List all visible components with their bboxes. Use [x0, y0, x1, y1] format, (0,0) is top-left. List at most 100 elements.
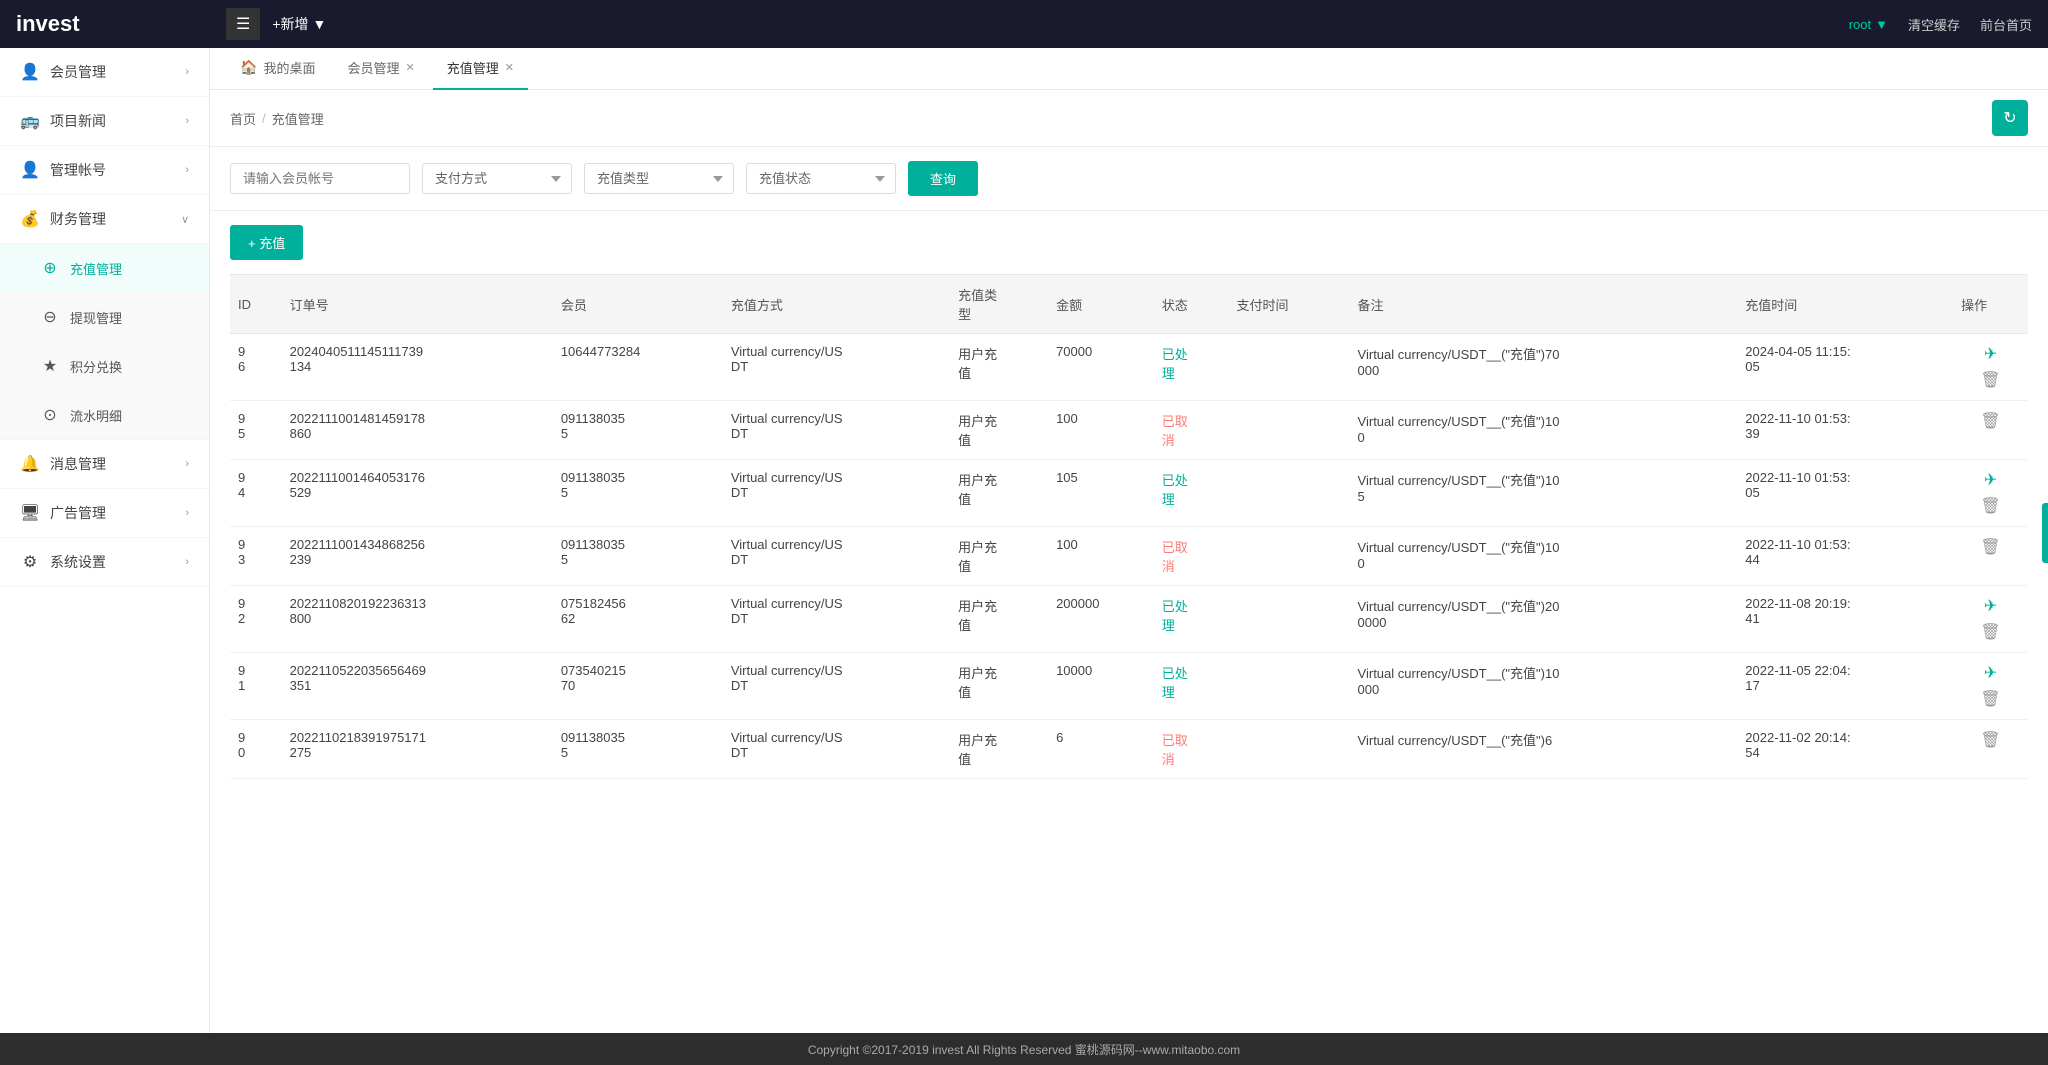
col-order-no: 订单号: [282, 275, 553, 334]
delete-action-icon[interactable]: 🗑: [1980, 622, 2000, 642]
gear-icon: ⚙: [20, 552, 40, 572]
send-action-icon[interactable]: ✈: [1984, 663, 1997, 683]
cell-status: 已取 消: [1154, 720, 1229, 779]
charge-table: ID 订单号 会员 充值方式 充值类型 金额 状态 支付时间 备注 充值时间 操…: [230, 274, 2028, 779]
add-new-button[interactable]: +新增 ▼: [272, 14, 326, 34]
cell-charge-type: 用户充 值: [950, 653, 1048, 720]
sidebar-item-withdraw-mgmt[interactable]: ⊖ 提现管理: [0, 293, 209, 342]
ad-icon: 🖥: [20, 503, 40, 523]
cell-member: 091138035 5: [553, 460, 723, 527]
cell-status: 已处 理: [1154, 653, 1229, 720]
sidebar-item-message-mgmt[interactable]: 🔔 消息管理 ›: [0, 440, 209, 489]
user-icon: 👤: [20, 62, 40, 82]
cell-status: 已处 理: [1154, 460, 1229, 527]
cell-id: 9 4: [230, 460, 282, 527]
tab-my-desk[interactable]: 🏠 我的桌面: [226, 48, 329, 90]
query-button[interactable]: 查询: [908, 161, 978, 196]
sidebar-item-finance-mgmt[interactable]: 💰 财务管理 ∨: [0, 195, 209, 244]
table-row: 9 62024040511145111739 13410644773284Vir…: [230, 334, 2028, 401]
footer-text: Copyright ©2017-2019 invest All Rights R…: [808, 1041, 1240, 1058]
send-action-icon[interactable]: ✈: [1984, 344, 1997, 364]
account-input[interactable]: [230, 163, 410, 194]
col-amount: 金额: [1048, 275, 1154, 334]
cell-status: 已取 消: [1154, 527, 1229, 586]
breadcrumb-home[interactable]: 首页: [230, 109, 256, 128]
cell-member: 091138035 5: [553, 527, 723, 586]
refresh-button[interactable]: ↻: [1992, 100, 2028, 136]
col-remark: 备注: [1350, 275, 1738, 334]
table-row: 9 52022111001481459178 860091138035 5Vir…: [230, 401, 2028, 460]
cell-charge-type: 用户充 值: [950, 401, 1048, 460]
sidebar-item-project-news[interactable]: 🚌 项目新闻 ›: [0, 97, 209, 146]
charge-status-select[interactable]: 充值状态 已处理 已取消: [746, 163, 896, 194]
sidebar-item-member-mgmt[interactable]: 👤 会员管理 ›: [0, 48, 209, 97]
delete-action-icon[interactable]: 🗑: [1980, 537, 2000, 557]
cell-pay-method: Virtual currency/US DT: [723, 527, 950, 586]
front-home-link[interactable]: 前台首页: [1980, 15, 2032, 34]
flow-icon: ⊙: [40, 405, 60, 425]
sidebar-item-flow-detail[interactable]: ⊙ 流水明细: [0, 391, 209, 440]
cell-amount: 100: [1048, 401, 1154, 460]
cell-pay-method: Virtual currency/US DT: [723, 401, 950, 460]
delete-action-icon[interactable]: 🗑: [1980, 730, 2000, 750]
cell-order-no: 2024040511145111739 134: [282, 334, 553, 401]
cell-amount: 70000: [1048, 334, 1154, 401]
close-charge-tab[interactable]: ✕: [505, 61, 514, 74]
cell-pay-method: Virtual currency/US DT: [723, 460, 950, 527]
cell-order-no: 2022110522035656469 351: [282, 653, 553, 720]
send-action-icon[interactable]: ✈: [1984, 470, 1997, 490]
cell-member: 073540215 70: [553, 653, 723, 720]
cell-pay-time: [1229, 334, 1350, 401]
cell-pay-method: Virtual currency/US DT: [723, 334, 950, 401]
cell-charge-type: 用户充 值: [950, 720, 1048, 779]
hamburger-button[interactable]: ☰: [226, 8, 260, 40]
sidebar-item-admin-account[interactable]: 👤 管理帐号 ›: [0, 146, 209, 195]
cell-order-no: 2022110218391975171 275: [282, 720, 553, 779]
col-id: ID: [230, 275, 282, 334]
tab-member-mgmt[interactable]: 会员管理 ✕: [333, 48, 428, 90]
cell-remark: Virtual currency/USDT__("充值")10 0: [1350, 527, 1738, 586]
delete-action-icon[interactable]: 🗑: [1980, 370, 2000, 390]
cell-charge-time: 2022-11-08 20:19: 41: [1737, 586, 1953, 653]
cell-amount: 200000: [1048, 586, 1154, 653]
cell-remark: Virtual currency/USDT__("充值")10 000: [1350, 653, 1738, 720]
breadcrumb-links: 首页 / 充值管理: [230, 109, 324, 128]
cell-id: 9 3: [230, 527, 282, 586]
top-header: invest ☰ +新增 ▼ root ▼ 清空缓存 前台首页: [0, 0, 2048, 48]
send-action-icon[interactable]: ✈: [1984, 596, 1997, 616]
footer: Copyright ©2017-2019 invest All Rights R…: [0, 1033, 2048, 1065]
cell-actions: ✈🗑: [1953, 586, 2028, 653]
cell-amount: 100: [1048, 527, 1154, 586]
cell-actions: ✈🗑: [1953, 460, 2028, 527]
cell-pay-time: [1229, 653, 1350, 720]
cell-pay-time: [1229, 720, 1350, 779]
cell-charge-time: 2022-11-05 22:04: 17: [1737, 653, 1953, 720]
cell-member: 091138035 5: [553, 401, 723, 460]
close-member-tab[interactable]: ✕: [405, 61, 414, 74]
cell-order-no: 2022110820192236313 800: [282, 586, 553, 653]
sidebar-item-charge-mgmt[interactable]: ⊕ 充值管理: [0, 244, 209, 293]
cell-pay-method: Virtual currency/US DT: [723, 653, 950, 720]
col-pay-method: 充值方式: [723, 275, 950, 334]
cell-status: 已取 消: [1154, 401, 1229, 460]
cell-pay-time: [1229, 586, 1350, 653]
clear-cache-link[interactable]: 清空缓存: [1908, 15, 1960, 34]
payment-method-select[interactable]: 支付方式 Virtual currency/USDT: [422, 163, 572, 194]
sidebar-item-system-settings[interactable]: ⚙ 系统设置 ›: [0, 538, 209, 587]
sidebar-item-ad-mgmt[interactable]: 🖥 广告管理 ›: [0, 489, 209, 538]
table-row: 9 02022110218391975171 275091138035 5Vir…: [230, 720, 2028, 779]
cell-charge-type: 用户充 值: [950, 460, 1048, 527]
home-icon: 🏠: [240, 59, 257, 76]
finance-icon: 💰: [20, 209, 40, 229]
delete-action-icon[interactable]: 🗑: [1980, 689, 2000, 709]
delete-action-icon[interactable]: 🗑: [1980, 411, 2000, 431]
withdraw-icon: ⊖: [40, 307, 60, 327]
charge-type-select[interactable]: 充值类型 用户充值: [584, 163, 734, 194]
cell-id: 9 6: [230, 334, 282, 401]
add-charge-button[interactable]: + 充值: [230, 225, 303, 260]
sidebar-item-points-exchange[interactable]: ★ 积分兑换: [0, 342, 209, 391]
delete-action-icon[interactable]: 🗑: [1980, 496, 2000, 516]
tab-charge-mgmt[interactable]: 充值管理 ✕: [433, 48, 528, 90]
user-menu[interactable]: root ▼: [1849, 17, 1888, 32]
cell-actions: ✈🗑: [1953, 653, 2028, 720]
